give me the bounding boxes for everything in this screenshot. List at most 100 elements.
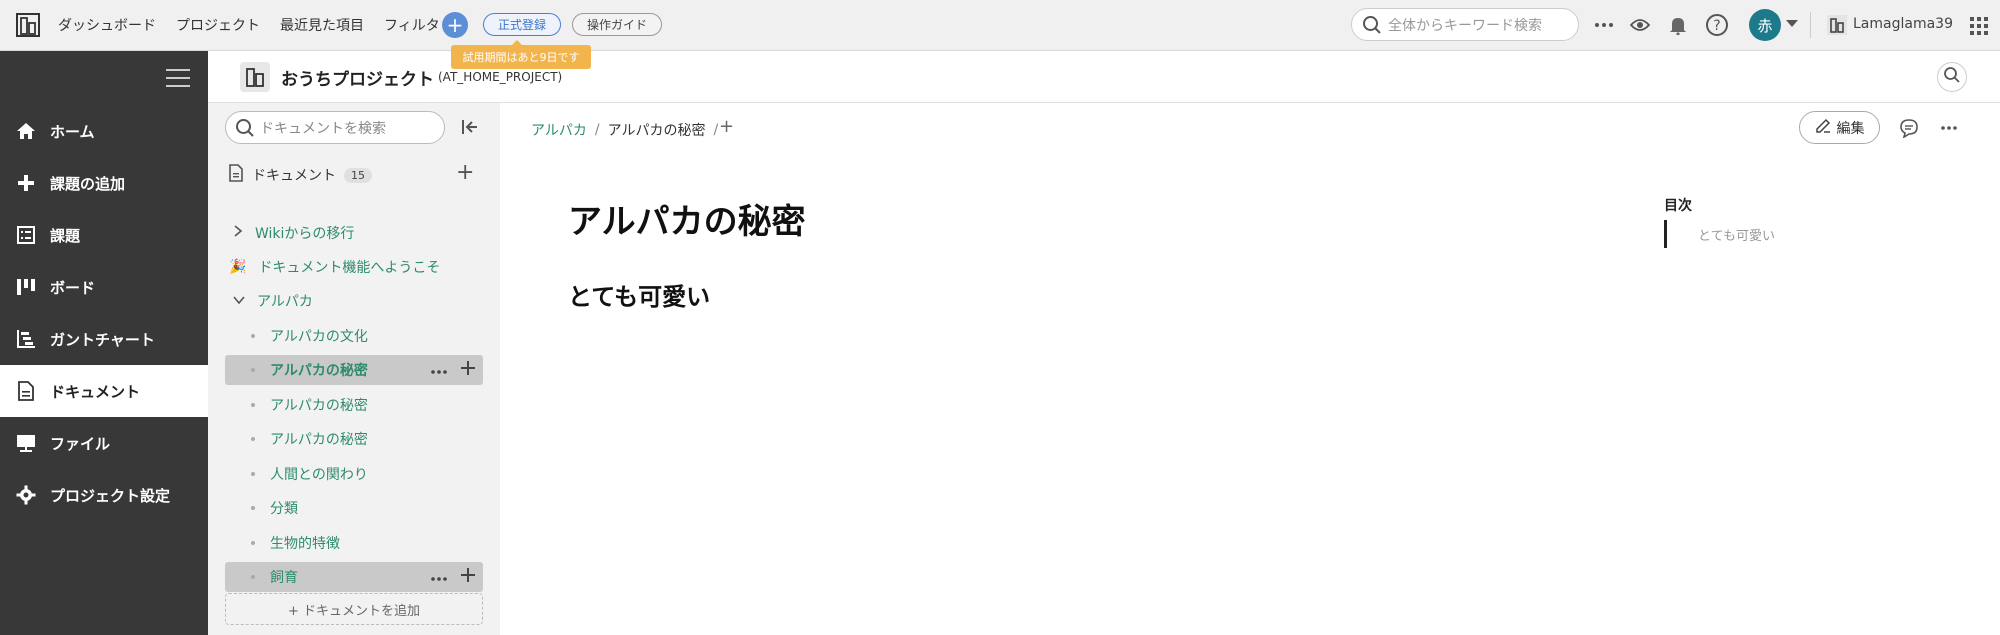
tree-item-label: 生物的特徴 [270, 536, 340, 552]
sidebar-item-issues[interactable]: 課題 [0, 209, 208, 261]
search-icon [1943, 66, 1961, 88]
sidebar-item-label: 課題の追加 [50, 174, 126, 193]
tree-item-wiki-migration[interactable]: Wikiからの移行 [225, 218, 483, 248]
board-icon [16, 277, 36, 297]
nav-filter[interactable]: フィルタ [384, 15, 440, 35]
add-document-button[interactable]: + ドキュメントを追加 [225, 593, 483, 625]
toc-title: 目次 [1664, 198, 1692, 214]
breadcrumb-separator: / [713, 122, 719, 138]
sidebar-item-gantt[interactable]: ガントチャート [0, 313, 208, 365]
home-icon [16, 121, 36, 141]
add-document-plus-icon[interactable]: + [456, 160, 474, 185]
more-icon[interactable] [1591, 12, 1617, 38]
tree-item-label: 人間との関わり [270, 467, 368, 483]
tree-item-alpaca[interactable]: アルパカ [225, 286, 483, 316]
bullet-dot [251, 437, 255, 441]
sidebar-item-label: ガントチャート [50, 330, 155, 349]
tree-item-label: アルパカの文化 [270, 329, 368, 345]
sidebar-item-home[interactable]: ホーム [0, 105, 208, 157]
sidebar-item-label: ホーム [50, 122, 95, 141]
tree-item-breeding[interactable]: 飼育 [225, 562, 483, 592]
nav-recent[interactable]: 最近見た項目 [280, 15, 364, 35]
tree-item-alpaca-secret[interactable]: アルパカの秘密 [225, 424, 483, 454]
breadcrumb-separator: / [594, 122, 600, 138]
tree-item-alpaca-secret-selected[interactable]: アルパカの秘密 [225, 355, 483, 385]
add-subpage-plus-icon[interactable]: + [719, 116, 734, 137]
project-sidebar: ホーム 課題の追加 課題 ボード ガントチャート ドキュメント ファイル プロジ… [0, 51, 208, 635]
breadcrumb: アルパカ / アルパカの秘密 / [531, 120, 718, 140]
nav-projects[interactable]: プロジェクト [176, 15, 260, 35]
edit-button[interactable]: 編集 [1799, 111, 1880, 144]
trial-tooltip: 試用期間はあと9日です [451, 40, 591, 69]
chevron-down-icon[interactable] [233, 293, 245, 309]
tree-item-label: ドキュメント機能へようこそ [258, 260, 441, 276]
bullet-dot [251, 334, 255, 338]
watch-eye-icon[interactable] [1627, 12, 1653, 38]
tree-item-biology[interactable]: 生物的特徴 [225, 528, 483, 558]
tree-item-human-relations[interactable]: 人間との関わり [225, 459, 483, 489]
nav-dashboard[interactable]: ダッシュボード [58, 15, 156, 35]
document-tree-title: ドキュメント [252, 168, 336, 184]
comment-icon[interactable] [1899, 118, 1919, 142]
sidebar-item-label: 課題 [50, 226, 81, 245]
register-button[interactable]: 正式登録 [483, 13, 561, 36]
sidebar-item-label: ボード [50, 278, 96, 297]
add-child-plus-icon[interactable] [461, 568, 475, 586]
more-icon[interactable] [431, 362, 447, 378]
sidebar-item-label: ファイル [50, 434, 111, 453]
global-search-input[interactable]: 全体からキーワード検索 [1351, 8, 1579, 41]
bullet-dot [251, 575, 255, 579]
edit-button-label: 編集 [1836, 120, 1865, 137]
gear-icon [16, 485, 36, 505]
row-actions [431, 562, 475, 592]
document-tree-panel: ドキュメントを検索 ドキュメント 15 + Wikiからの移行 🎉 ドキュメント… [208, 103, 500, 635]
sidebar-item-settings[interactable]: プロジェクト設定 [0, 469, 208, 521]
app-grid-icon[interactable] [1970, 17, 1988, 39]
collapse-panel-icon[interactable] [461, 119, 479, 139]
space-name[interactable]: Lamaglama39 [1853, 16, 1953, 32]
notification-bell-icon[interactable] [1665, 12, 1691, 38]
top-bar: ダッシュボード プロジェクト 最近見た項目 フィルタ + 正式登録 操作ガイド … [0, 0, 2000, 51]
guide-button[interactable]: 操作ガイド [572, 13, 662, 36]
global-search-placeholder: 全体からキーワード検索 [1388, 17, 1542, 34]
sidebar-item-label: プロジェクト設定 [50, 486, 171, 505]
search-icon [235, 118, 255, 142]
app-logo-icon[interactable] [12, 9, 44, 41]
project-name[interactable]: おうちプロジェクト [281, 65, 434, 90]
tree-item-welcome[interactable]: 🎉 ドキュメント機能へようこそ [225, 252, 483, 282]
sidebar-item-files[interactable]: ファイル [0, 417, 208, 469]
svg-text:?: ? [1713, 18, 1720, 34]
document-icon [16, 381, 36, 401]
chevron-right-icon[interactable] [233, 225, 243, 241]
document-heading: とても可愛い [568, 283, 711, 311]
menu-toggle-icon[interactable] [166, 68, 190, 92]
bullet-dot [251, 541, 255, 545]
breadcrumb-item-current: アルパカの秘密 [607, 123, 706, 139]
party-popper-icon: 🎉 [229, 259, 247, 275]
tree-item-classification[interactable]: 分類 [225, 493, 483, 523]
quick-add-button[interactable]: + [442, 12, 468, 38]
tree-item-alpaca-secret[interactable]: アルパカの秘密 [225, 390, 483, 420]
toc-item[interactable]: とても可愛い [1698, 225, 1775, 244]
document-search-input[interactable]: ドキュメントを検索 [225, 111, 445, 144]
add-child-plus-icon[interactable] [461, 361, 475, 379]
breadcrumb-item-alpaca[interactable]: アルパカ [531, 120, 587, 140]
bullet-dot [251, 472, 255, 476]
tree-item-alpaca-culture[interactable]: アルパカの文化 [225, 321, 483, 351]
project-key: (AT_HOME_PROJECT) [438, 70, 563, 84]
more-icon[interactable] [431, 569, 447, 585]
document-title: アルパカの秘密 [568, 202, 806, 242]
chevron-down-icon[interactable] [1786, 20, 1798, 27]
sidebar-item-add-issue[interactable]: 課題の追加 [0, 157, 208, 209]
project-search-button[interactable] [1937, 62, 1967, 92]
user-avatar[interactable]: 赤 [1749, 9, 1781, 41]
sidebar-item-documents[interactable]: ドキュメント [0, 365, 208, 417]
help-icon[interactable]: ? [1704, 12, 1730, 38]
sidebar-item-board[interactable]: ボード [0, 261, 208, 313]
gantt-icon [16, 329, 36, 349]
document-count-badge: 15 [344, 167, 372, 183]
list-icon [16, 225, 36, 245]
tree-item-label: Wikiからの移行 [255, 226, 355, 242]
tree-item-label: アルパカの秘密 [270, 432, 368, 448]
document-more-icon[interactable] [1940, 118, 1958, 142]
